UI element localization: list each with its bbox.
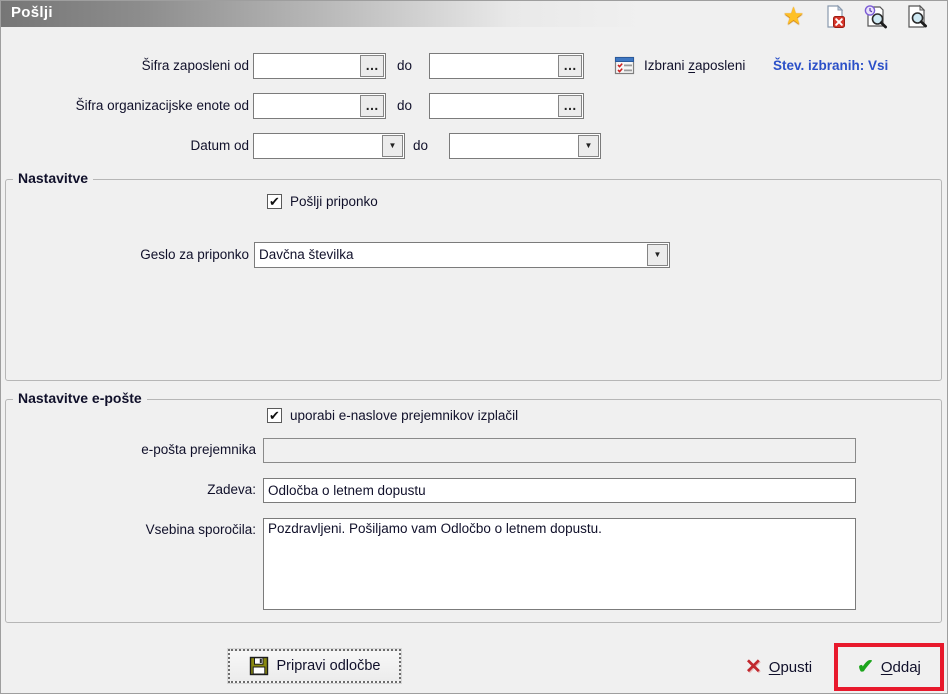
employee-to-lookup-button[interactable]: … [558,55,582,77]
settings-group-title: Nastavitve [13,170,94,186]
settings-groupbox: Nastavitve ✔ Pošlji priponko Geslo za pr… [5,170,942,381]
submit-button-accesskey: O [880,658,893,676]
submit-button-label: Oddaj [881,659,921,676]
chevron-down-icon: ▼ [584,141,593,150]
chevron-down-icon: ▼ [388,141,397,150]
use-recipient-addresses-checkbox[interactable]: ✔ uporabi e-naslove prejemnikov izplačil [267,408,518,423]
org-unit-from-field[interactable]: … [253,93,386,119]
message-body-label: Vsebina sporočila: [145,522,256,537]
window-title: Pošlji [11,4,53,21]
date-to-field[interactable]: ▼ [449,133,601,159]
attachment-password-label: Geslo za priponko [140,247,249,262]
favorite-star-icon[interactable]: ★ [781,4,806,29]
checklist-icon-svg [614,56,635,75]
submit-check-icon: ✔ [857,656,874,678]
star-glyph: ★ [782,2,805,30]
employee-from-lookup-button[interactable]: … [360,55,384,77]
cancel-button-label: Opusti [769,659,812,676]
cancel-x-icon: ✕ [745,656,762,678]
selected-count-text: Štev. izbranih: Vsi [773,58,889,73]
subject-input[interactable] [264,479,855,502]
org-unit-range-label: Šifra organizacijske enote od [75,98,249,113]
send-dialog: Pošlji ★ Šifra zaposleni od … do … Izbra… [0,0,948,694]
checkmark-icon: ✔ [269,407,280,423]
org-unit-from-lookup-button[interactable]: … [360,95,384,117]
message-body-textarea[interactable]: Pozdravljeni. Pošiljamo vam Odločbo o le… [264,519,855,609]
submit-highlight-frame: ✔ Oddaj [834,643,944,691]
submit-button[interactable]: ✔ Oddaj [857,657,921,677]
close-report-icon-svg [827,4,845,28]
send-attachment-checkbox-box[interactable]: ✔ [267,194,282,209]
cancel-button-accesskey: O [768,658,781,676]
employee-preview-icon[interactable] [863,4,888,29]
recipient-email-label: e-pošta prejemnika [141,442,256,457]
cancel-button-rest: pusti [780,658,813,676]
subject-field[interactable] [263,478,856,503]
employee-preview-icon-svg [864,5,887,29]
use-recipient-addresses-checkbox-label: uporabi e-naslove prejemnikov izplačil [290,408,519,423]
date-to-dropdown-button[interactable]: ▼ [578,135,599,157]
attachment-password-select[interactable]: Davčna številka ▼ [254,242,670,268]
use-recipient-addresses-checkbox-box[interactable]: ✔ [267,408,282,423]
cancel-button[interactable]: ✕ Opusti [745,654,812,680]
save-floppy-icon [249,656,268,676]
selected-employees-link[interactable]: Izbrani zaposleni [644,53,745,79]
org-unit-do-label: do [397,98,413,113]
chevron-down-icon: ▼ [653,250,662,259]
employee-range-label: Šifra zaposleni od [141,58,249,73]
report-preview-icon-svg [908,4,927,28]
message-body-field[interactable]: Pozdravljeni. Pošiljamo vam Odločbo o le… [263,518,856,610]
titlebar-toolbar: ★ [781,4,929,29]
prepare-decisions-button[interactable]: Pripravi odločbe [228,649,401,683]
date-range-label: Datum od [190,138,249,153]
send-attachment-checkbox-label: Pošlji priponko [290,194,378,209]
report-preview-icon[interactable] [904,4,929,29]
email-group-title: Nastavitve e-pošte [13,390,147,406]
employee-from-field[interactable]: … [253,53,386,79]
employee-do-label: do [397,58,413,73]
prepare-decisions-button-label: Pripravi odločbe [276,658,381,674]
subject-label: Zadeva: [207,482,256,497]
date-do-label: do [413,138,429,153]
selected-employees-link-post: aposleni [695,58,746,73]
date-from-dropdown-button[interactable]: ▼ [382,135,403,157]
submit-button-rest: ddaj [892,658,921,676]
org-unit-to-field[interactable]: … [429,93,584,119]
selected-employees-link-pre: Izbrani [644,58,689,73]
email-settings-groupbox: Nastavitve e-pošte ✔ uporabi e-naslove p… [5,390,942,623]
org-unit-to-lookup-button[interactable]: … [558,95,582,117]
employee-to-field[interactable]: … [429,53,584,79]
close-report-icon[interactable] [822,4,847,29]
recipient-email-input [264,439,855,462]
checkmark-icon: ✔ [269,193,280,209]
send-attachment-checkbox[interactable]: ✔ Pošlji priponko [267,194,378,209]
attachment-password-dropdown-button[interactable]: ▼ [647,244,668,266]
recipient-email-field [263,438,856,463]
date-from-field[interactable]: ▼ [253,133,405,159]
selected-employees-icon[interactable] [614,55,635,76]
attachment-password-value: Davčna številka [259,247,354,262]
